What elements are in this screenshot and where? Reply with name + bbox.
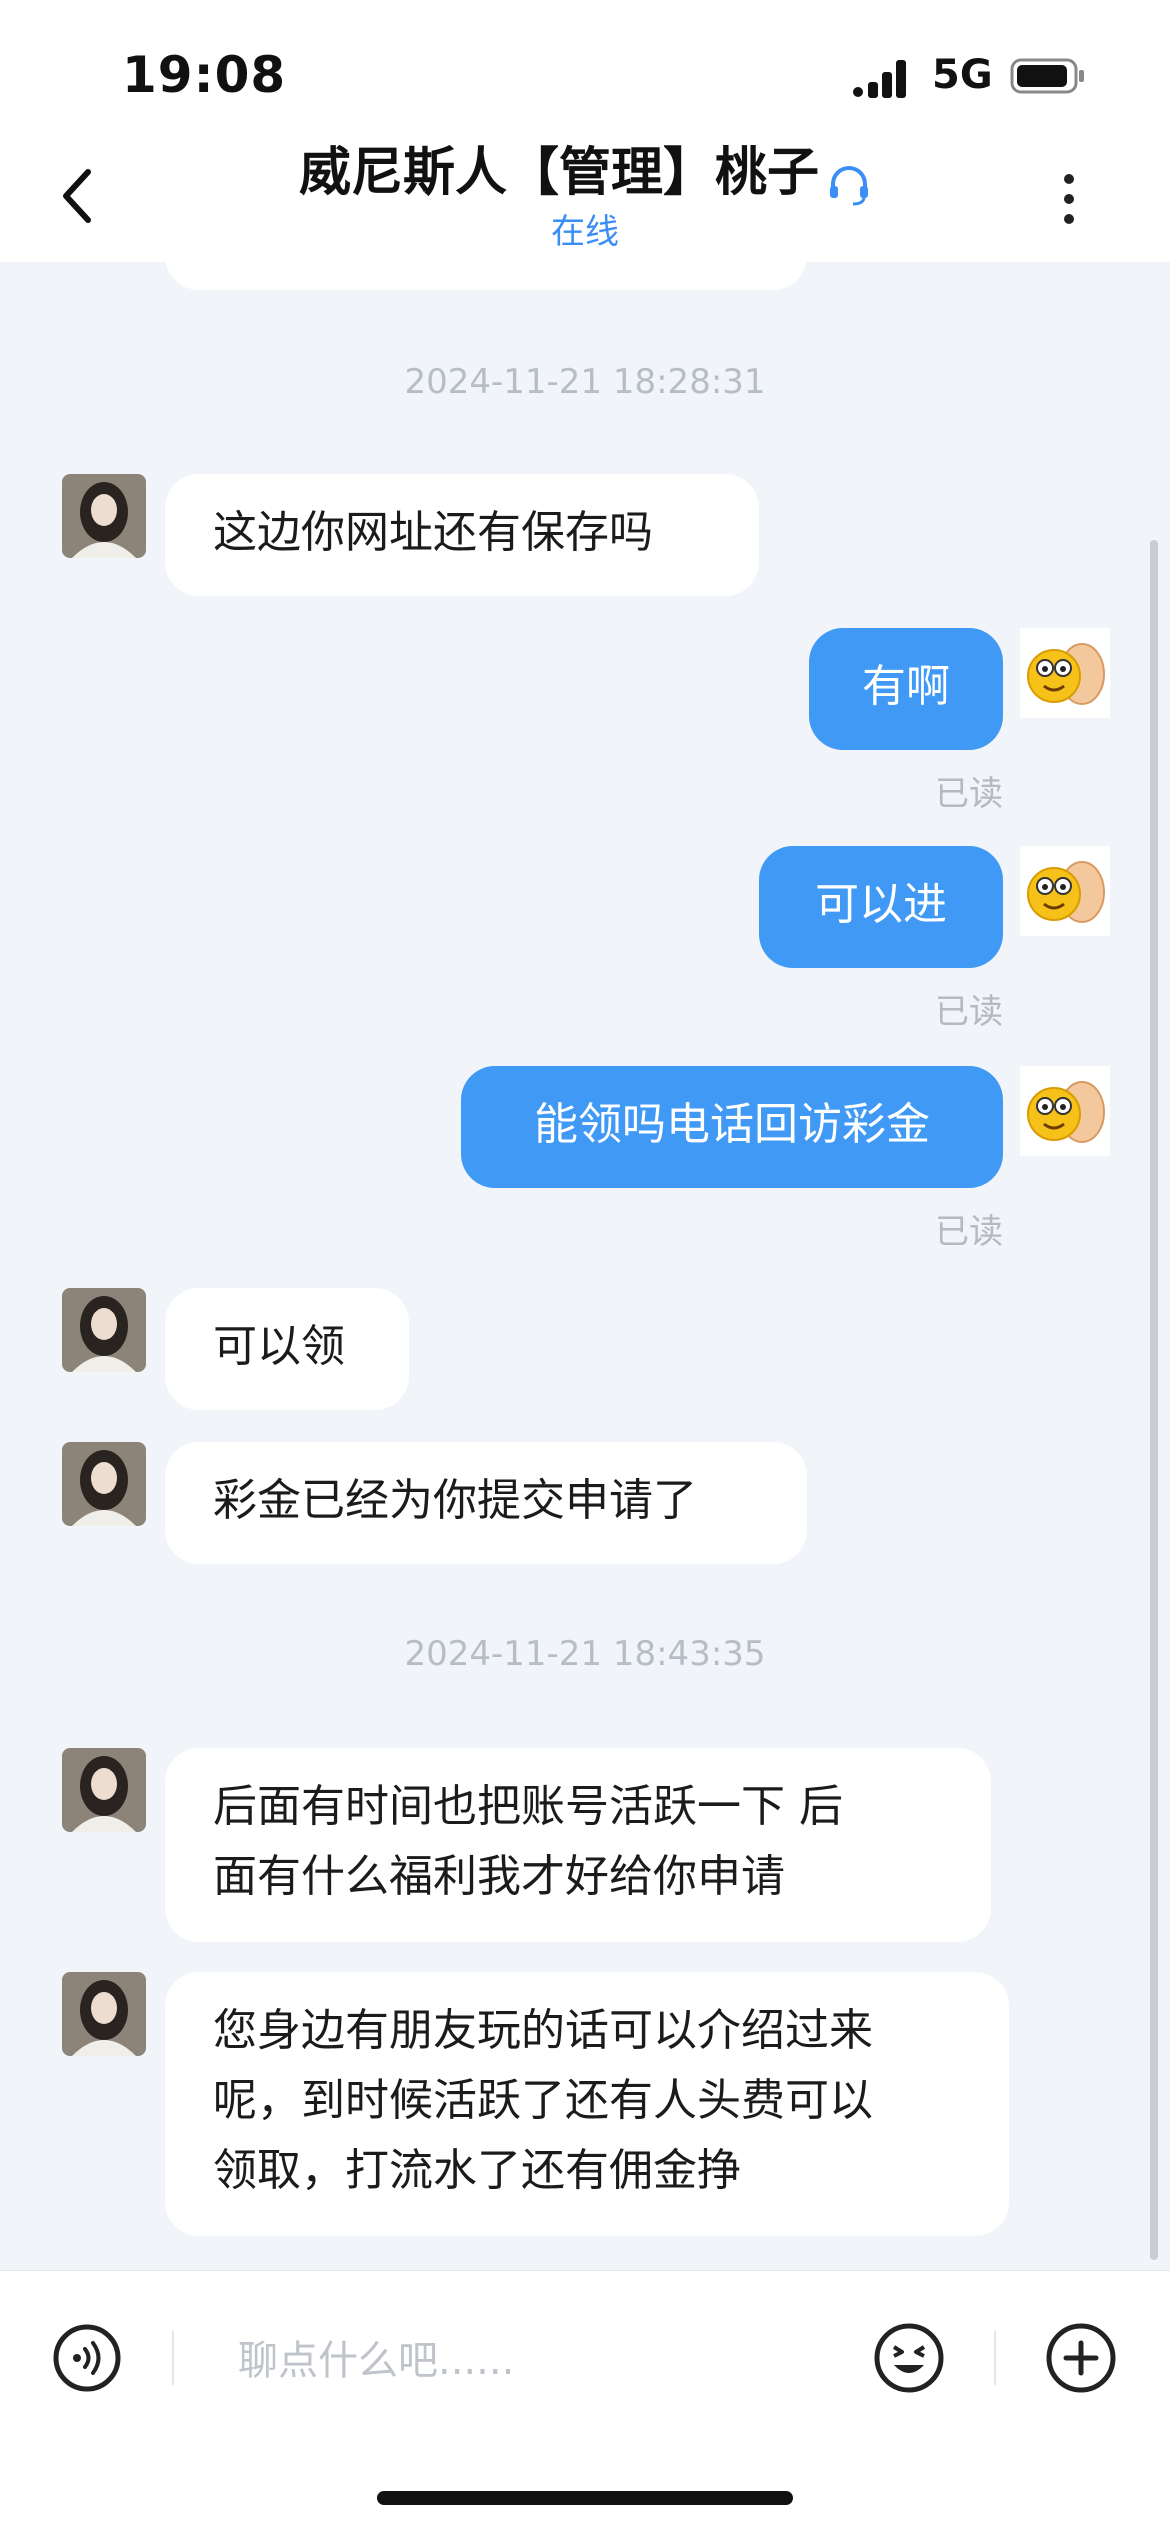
user-avatar[interactable] bbox=[1020, 846, 1110, 936]
home-indicator bbox=[377, 2491, 793, 2505]
chat-header: 19:08 5G 威尼斯人【管理】桃子 在线 bbox=[0, 0, 1170, 262]
message-bubble[interactable]: 这边你网址还有保存吗 bbox=[165, 474, 759, 596]
contact-avatar[interactable] bbox=[62, 1972, 146, 2056]
chat-title-area: 威尼斯人【管理】桃子 bbox=[200, 130, 970, 208]
message-bubble[interactable]: 可以领 bbox=[165, 1288, 409, 1410]
scrollbar[interactable] bbox=[1150, 540, 1158, 2260]
message-list[interactable]: 2024-11-21 18:28:31 这边你网址还有保存吗 有啊 已读 可以进… bbox=[0, 262, 1170, 2270]
input-bar bbox=[0, 2270, 1170, 2533]
contact-avatar[interactable] bbox=[62, 1442, 146, 1526]
timestamp: 2024-11-21 18:43:35 bbox=[404, 1634, 766, 1674]
message-line: 后面有时间也把账号活跃一下 后 bbox=[213, 1781, 843, 1832]
message-bubble[interactable]: 能领吗电话回访彩金 bbox=[461, 1066, 1003, 1188]
read-receipt: 已读 bbox=[935, 992, 1003, 1032]
online-status: 在线 bbox=[551, 212, 619, 252]
message-line: 您身边有朋友玩的话可以介绍过来 bbox=[213, 2005, 873, 2056]
contact-avatar[interactable] bbox=[62, 1288, 146, 1372]
divider bbox=[994, 2331, 996, 2385]
message-bubble[interactable]: 您身边有朋友玩的话可以介绍过来 呢，到时候活跃了还有人头费可以 领取，打流水了还… bbox=[165, 1972, 1009, 2236]
message-line: 面有什么福利我才好给你申请 bbox=[213, 1851, 785, 1902]
message-input[interactable] bbox=[236, 2315, 840, 2407]
headset-icon bbox=[830, 165, 868, 205]
battery-icon bbox=[1010, 58, 1084, 94]
message-line: 呢，到时候活跃了还有人头费可以 bbox=[213, 2075, 873, 2126]
signal-icon bbox=[853, 60, 906, 98]
message-bubble-partial bbox=[165, 262, 807, 290]
timestamp: 2024-11-21 18:28:31 bbox=[404, 362, 766, 402]
message-bubble[interactable]: 彩金已经为你提交申请了 bbox=[165, 1442, 807, 1564]
more-icon[interactable] bbox=[1054, 170, 1084, 230]
contact-avatar[interactable] bbox=[62, 474, 146, 558]
chat-title: 威尼斯人【管理】桃子 bbox=[298, 143, 819, 203]
status-time: 19:08 bbox=[122, 46, 287, 104]
message-bubble[interactable]: 可以进 bbox=[759, 846, 1003, 968]
message-bubble[interactable]: 后面有时间也把账号活跃一下 后 面有什么福利我才好给你申请 bbox=[165, 1748, 991, 1942]
read-receipt: 已读 bbox=[935, 774, 1003, 814]
divider bbox=[172, 2331, 174, 2385]
emoji-icon[interactable] bbox=[872, 2321, 946, 2395]
plus-icon[interactable] bbox=[1044, 2321, 1118, 2395]
contact-avatar[interactable] bbox=[62, 1748, 146, 1832]
network-type: 5G bbox=[932, 52, 993, 98]
message-bubble[interactable]: 有啊 bbox=[809, 628, 1003, 750]
user-avatar[interactable] bbox=[1020, 628, 1110, 718]
message-line: 领取，打流水了还有佣金挣 bbox=[213, 2145, 741, 2196]
read-receipt: 已读 bbox=[935, 1212, 1003, 1252]
user-avatar[interactable] bbox=[1020, 1066, 1110, 1156]
voice-icon[interactable] bbox=[52, 2323, 122, 2393]
